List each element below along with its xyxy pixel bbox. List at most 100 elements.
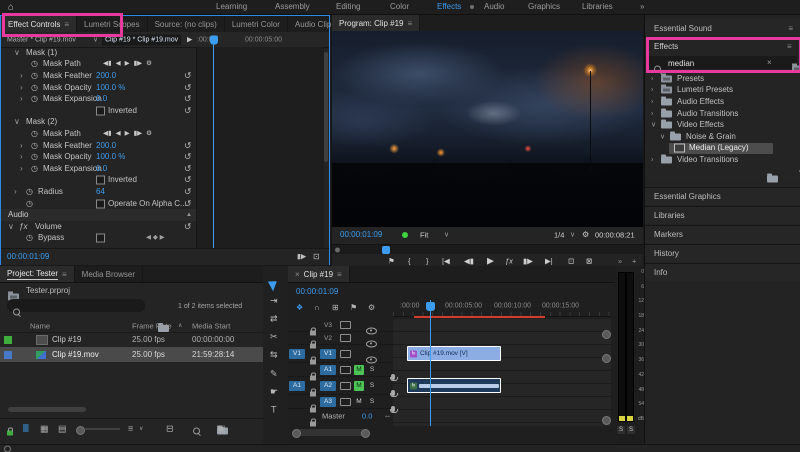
workspace-overflow-icon[interactable]: » [640, 3, 644, 11]
selection-tool-icon[interactable] [267, 277, 281, 292]
tab-media-browser[interactable]: Media Browser [75, 266, 144, 282]
track-name-a3[interactable]: A3 [320, 396, 336, 407]
hand-tool-icon[interactable]: ☛ [270, 387, 278, 397]
panel-menu-icon[interactable]: ≡ [62, 270, 67, 279]
reset-icon[interactable]: ↺ [184, 222, 192, 231]
panel-menu-icon[interactable]: ≡ [787, 43, 792, 51]
reset-icon[interactable]: ↺ [184, 94, 192, 104]
new-bin-icon[interactable] [767, 173, 778, 183]
wrench-icon[interactable]: ⚙ [146, 130, 152, 137]
col-media-start[interactable]: Media Start [192, 322, 230, 330]
solo-button[interactable]: S [367, 381, 377, 391]
expand-icon[interactable]: › [20, 71, 23, 80]
stopwatch-icon[interactable]: ◷ [26, 234, 33, 242]
col-name[interactable]: Name [30, 322, 50, 330]
ec-row-volume[interactable]: ∨ ƒx Volume ↺ [1, 221, 323, 233]
add-marker-icon[interactable]: ⚑ [350, 304, 357, 312]
nest-toggle-icon[interactable]: ❖ [296, 304, 303, 312]
track-mask-back-icon[interactable]: ◀ [116, 60, 121, 67]
freeform-view-icon[interactable]: ▤ [58, 424, 67, 434]
track-header-master[interactable]: Master 0.0 ↔ [288, 409, 393, 427]
timeline-settings-wrench-icon[interactable]: ⚙ [368, 304, 375, 312]
mask-expansion-value[interactable]: 0.0 [96, 164, 107, 173]
tree-item-video-effects[interactable]: ∨ Video Effects [645, 119, 800, 131]
chevron-down-icon[interactable]: ∨ [570, 232, 575, 239]
reset-icon[interactable]: ↺ [184, 187, 192, 196]
kf-add-icon[interactable]: ◆ [153, 234, 158, 241]
dropped-frame-indicator[interactable] [402, 232, 408, 238]
workspace-editing[interactable]: Editing [336, 3, 360, 11]
track-name-v1[interactable]: V1 [320, 348, 336, 359]
operate-alpha-checkbox[interactable] [96, 199, 105, 209]
tree-item-median-legacy[interactable]: Median (Legacy) [645, 142, 800, 155]
chevron-down-icon[interactable]: ∨ [139, 426, 143, 432]
tab-effect-controls[interactable]: Effect Controls ≡ [1, 16, 77, 32]
extract-icon[interactable]: ⊠ [586, 257, 592, 265]
ec-row-mask1-inverted[interactable]: Inverted ↺ [1, 105, 323, 117]
collapse-up-icon[interactable]: ▲ [186, 212, 192, 218]
chevron-down-icon[interactable]: ∨ [93, 36, 98, 43]
program-playhead-marker[interactable] [382, 246, 390, 254]
list-view-icon[interactable]: ≣ [22, 424, 30, 434]
timeline-vscroll-knob-lower[interactable] [602, 416, 611, 425]
scrubber-handle-left[interactable] [335, 247, 340, 253]
playback-resolution-select[interactable]: 1/4 [554, 231, 564, 239]
sync-lock-icon[interactable] [340, 321, 351, 329]
sync-lock-icon[interactable] [340, 397, 351, 406]
track-select-tool-icon[interactable]: ⇥ [270, 296, 278, 306]
home-icon[interactable]: ⌂ [8, 2, 13, 12]
stopwatch-icon[interactable]: ◷ [31, 83, 38, 92]
stopwatch-icon[interactable]: ◷ [31, 71, 38, 80]
panel-header-essential-graphics[interactable]: Essential Graphics [645, 187, 800, 205]
track-mask-fwd-icon[interactable]: ▶ [125, 60, 130, 67]
tree-item-audio-effects[interactable]: › Audio Effects [645, 96, 800, 108]
sync-lock-icon[interactable] [340, 381, 351, 390]
lift-icon[interactable]: ⊡ [568, 257, 574, 265]
add-marker-icon[interactable]: ⚑ [388, 257, 395, 265]
workspace-color[interactable]: Color [390, 3, 409, 11]
expand-icon[interactable]: › [14, 187, 17, 196]
twirl-icon[interactable]: ∨ [14, 118, 20, 126]
zoom-level-select[interactable]: Fit [420, 231, 428, 239]
tree-item-presets[interactable]: › Presets [645, 73, 800, 85]
label-color-green[interactable] [4, 336, 12, 344]
project-hscrollbar[interactable] [8, 407, 86, 412]
pen-tool-icon[interactable]: ✎ [270, 369, 278, 379]
track-header-a3[interactable]: A3 M S [288, 395, 398, 413]
timeline-vscroll-knob-top[interactable] [602, 330, 611, 339]
add-button-icon[interactable]: + [632, 257, 636, 265]
ripple-edit-tool-icon[interactable]: ⇄ [270, 314, 278, 324]
sync-lock-icon[interactable] [340, 365, 351, 374]
expand-icon[interactable]: › [20, 141, 23, 150]
ec-row-radius[interactable]: › ◷ Radius 64 ↺ [1, 186, 323, 198]
ec-row-mask2-expansion[interactable]: › ◷ Mask Expansion 0.0 ↺ [1, 163, 323, 175]
workspace-effects[interactable]: Effects [437, 3, 461, 11]
source-patch-a1-badge[interactable]: A1 [289, 380, 305, 391]
ec-row-mask2[interactable]: ∨ Mask (2) [1, 117, 323, 129]
panel-menu-icon[interactable]: ≡ [64, 20, 69, 29]
mark-out-icon[interactable]: } [426, 257, 429, 265]
slip-tool-icon[interactable]: ⇆ [270, 350, 278, 360]
sort-icon[interactable]: ≡ [128, 424, 133, 434]
ec-row-mask1[interactable]: ∨ Mask (1) [1, 47, 323, 59]
expand-icon[interactable]: › [20, 153, 23, 161]
ec-playhead-marker[interactable] [210, 35, 218, 44]
clip-name[interactable]: Clip #19.mov [52, 350, 99, 359]
zoom-handle-right[interactable] [361, 429, 370, 438]
timeline-vscroll-knob-bottom[interactable] [602, 354, 611, 363]
track-mask-fwd-1-icon[interactable]: ▮▶ [134, 60, 143, 67]
workspace-assembly[interactable]: Assembly [275, 3, 310, 11]
master-clip-label[interactable]: Master * Clip #19.mov [7, 36, 76, 43]
mask-opacity-value[interactable]: 100.0 % [96, 153, 125, 161]
essential-sound-header[interactable]: Essential Sound ≡ [645, 19, 800, 37]
mask-feather-value[interactable]: 200.0 [96, 141, 116, 150]
track-mask-fwd-icon[interactable]: ▶ [125, 130, 130, 137]
stopwatch-icon[interactable]: ◷ [31, 60, 38, 68]
expand-icon[interactable]: › [651, 156, 653, 163]
twirl-icon[interactable]: ∨ [8, 222, 14, 231]
panel-header-libraries[interactable]: Libraries [645, 206, 800, 224]
reset-icon[interactable]: ↺ [184, 83, 192, 92]
tree-item-lumetri-presets[interactable]: › Lumetri Presets [645, 84, 800, 97]
export-frame-icon[interactable]: ⊡ [313, 253, 320, 261]
workspace-learning[interactable]: Learning [216, 3, 247, 11]
